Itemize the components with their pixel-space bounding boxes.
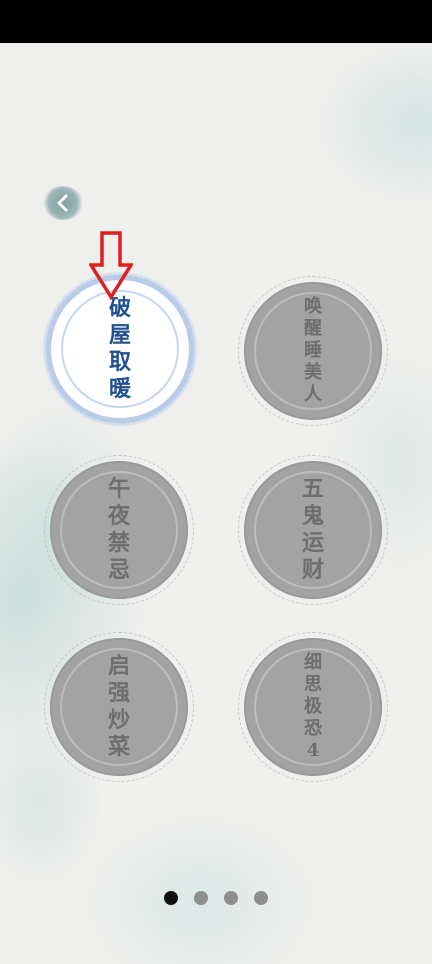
page-dot-2[interactable]	[194, 891, 208, 905]
level-button-5[interactable]: 启 强 炒 菜	[44, 632, 194, 782]
back-button[interactable]	[43, 186, 83, 220]
level-title: 五 鬼 运 财	[301, 476, 324, 583]
level-button-3[interactable]: 午 夜 禁 忌	[44, 455, 194, 605]
level-title: 午 夜 禁 忌	[107, 476, 130, 583]
level-button-4[interactable]: 五 鬼 运 财	[238, 455, 388, 605]
level-title: 启 强 炒 菜	[107, 653, 130, 760]
chevron-left-icon	[57, 194, 68, 212]
page-dot-4[interactable]	[254, 891, 268, 905]
status-bar	[0, 0, 432, 43]
level-button-2[interactable]: 唤 醒 睡 美 人	[238, 276, 388, 426]
page-dot-1[interactable]	[164, 891, 178, 905]
page-dot-3[interactable]	[224, 891, 238, 905]
level-title: 细 思 极 恐 4	[304, 652, 322, 761]
level-title: 唤 醒 睡 美 人	[304, 296, 322, 405]
page-indicator	[0, 891, 432, 907]
level-button-6[interactable]: 细 思 极 恐 4	[238, 632, 388, 782]
down-arrow-icon	[89, 231, 133, 301]
